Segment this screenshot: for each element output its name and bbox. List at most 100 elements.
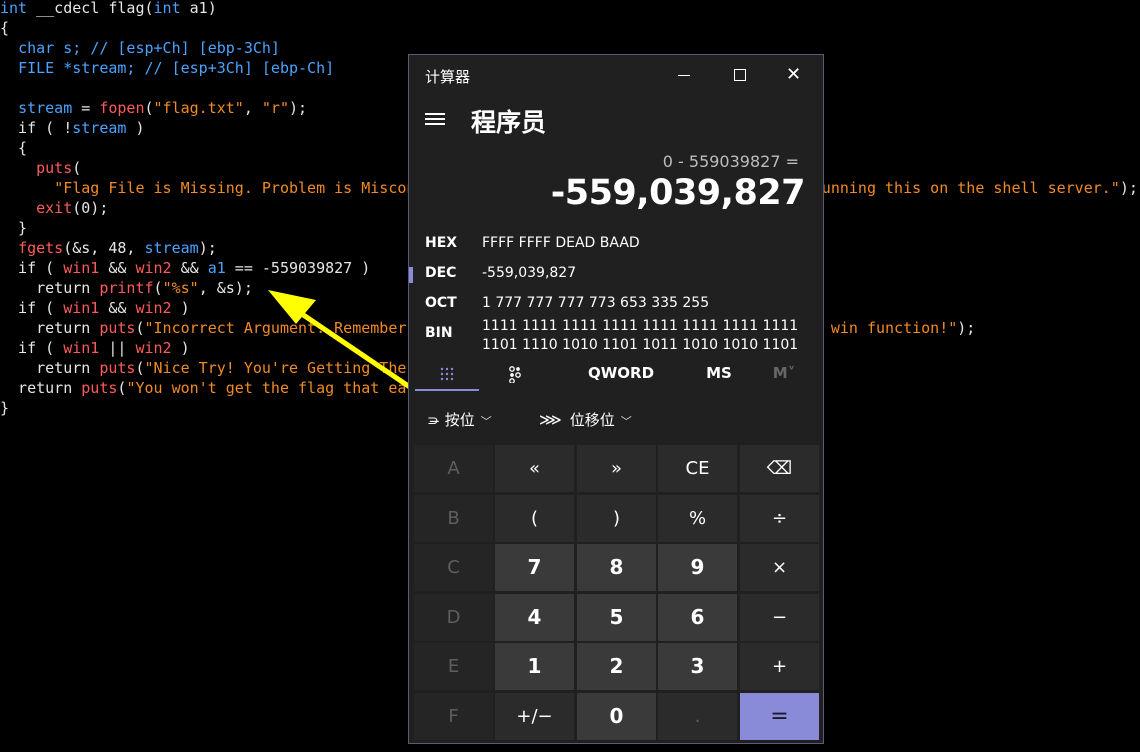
radix-oct[interactable]: OCT 1 777 777 777 773 653 335 255 [409,291,823,319]
digit-key-5[interactable]: 5 [577,594,656,641]
open-paren-key[interactable]: ( [495,495,574,542]
memory-view-button[interactable]: M˅ [769,353,799,393]
hex-key-f[interactable]: F [414,693,493,740]
backspace-key[interactable]: ⌫ [740,445,819,492]
code-token: s; [63,39,91,57]
digit-key-2[interactable]: 2 [577,643,656,690]
digit-key-8[interactable]: 8 [577,544,656,591]
negate-key[interactable]: +/− [495,693,574,740]
digit-key-6[interactable]: 6 [658,594,737,641]
bitwise-label: 按位 [444,411,475,429]
maximize-button[interactable] [717,55,763,95]
code-token: return [0,319,100,337]
bitshift-label: 位移位 [569,411,615,429]
digit-key-4[interactable]: 4 [495,594,574,641]
keypad-icon [440,367,454,380]
digit-key-7[interactable]: 7 [495,544,574,591]
shift-right-key[interactable]: » [577,445,656,492]
radix-label: DEC [425,265,457,281]
shift-left-key[interactable]: « [495,445,574,492]
window-title: 计算器 [425,68,471,86]
hex-key-b[interactable]: B [414,495,493,542]
hex-key-d[interactable]: D [414,594,493,641]
code-token: if ( [0,299,64,317]
digit-key-9[interactable]: 9 [658,544,737,591]
code-token: int [0,0,37,17]
code-token: ) [171,299,190,317]
code-token: a1) [189,0,217,17]
code-line: int __cdecl flag(int a1) [0,0,1140,18]
close-button[interactable]: ✕ [773,55,819,95]
hex-key-a[interactable]: A [414,445,493,492]
radix-label: HEX [425,235,458,251]
code-token: if ( [0,259,64,277]
bitwise-icon: ⊃̶ [427,413,439,429]
code-token: return [0,279,100,297]
code-token: win2 [135,259,172,277]
code-token: puts [81,379,118,397]
code-token: ); [957,319,976,337]
multiply-key[interactable]: × [740,544,819,591]
radix-bin[interactable]: BIN 1111 1111 1111 1111 1111 1111 1111 1… [409,317,823,353]
radix-value: 1111 1111 1111 1111 1111 1111 1111 1111 … [482,318,799,349]
bitwise-dropdown[interactable]: ⊃̶ 按位 ﹀ [427,401,492,439]
code-token: fopen [99,99,145,117]
code-token: ); [289,99,308,117]
equals-key[interactable]: = [740,693,819,740]
code-token: return [0,379,82,397]
code-token: ( [135,319,145,337]
close-paren-key[interactable]: ) [577,495,656,542]
selected-indicator [409,267,413,283]
radix-label: OCT [425,295,457,311]
code-token: printf [99,279,154,297]
code-token: char [18,39,64,57]
digit-key-0[interactable]: 0 [577,693,656,740]
expression-display: 0 - 559039827 = [662,152,799,171]
code-token: fgets [18,239,64,257]
radix-dec[interactable]: DEC -559,039,827 [409,261,823,289]
radix-value: -559,039,827 [482,265,577,281]
code-token: if ( ! [0,119,73,137]
memory-store-button[interactable]: MS [699,353,739,393]
code-token: , [243,99,262,117]
bitshift-dropdown[interactable]: ⋙ 位移位 ﹀ [539,401,632,439]
code-token: = [72,99,100,117]
radix-hex[interactable]: HEX FFFF FFFF DEAD BAAD [409,231,823,259]
digit-key-3[interactable]: 3 [658,643,737,690]
divide-key[interactable]: ÷ [740,495,819,542]
code-token: ( [135,359,145,377]
hamburger-icon [425,113,445,115]
minimize-button[interactable] [661,55,707,95]
digit-key-1[interactable]: 1 [495,643,574,690]
hex-key-e[interactable]: E [414,643,493,690]
code-token: ( [153,279,163,297]
maximize-icon [734,69,746,81]
modulo-key[interactable]: % [658,495,737,542]
code-token: return [0,359,100,377]
code-token: { [0,19,10,37]
code-token: ( [144,99,154,117]
navigation-menu-button[interactable] [421,105,449,133]
keypad: A «» CE ⌫ B()% ÷ C 7 8 9 × D 4 5 6− E 1 2 3 + F +/− 0. = [414,445,820,740]
subtract-key[interactable]: − [740,594,819,641]
code-token: win2 [135,339,172,357]
close-icon: ✕ [786,64,802,85]
hex-key-c[interactable]: C [414,544,493,591]
clear-entry-key[interactable]: CE [658,445,737,492]
tab-full-keypad[interactable] [415,353,479,393]
add-key[interactable]: + [740,643,819,690]
word-size-button[interactable]: QWORD [581,353,661,393]
code-token: == -559039827 ) [225,259,371,277]
code-token: exit [36,199,73,217]
code-token: ); [1119,179,1138,197]
bit-toggle-icon [509,365,521,384]
code-token: || [99,339,136,357]
tab-bit-toggling-keypad[interactable] [497,353,533,393]
decimal-key[interactable]: . [658,693,737,740]
bitshift-icon: ⋙ [539,410,562,429]
